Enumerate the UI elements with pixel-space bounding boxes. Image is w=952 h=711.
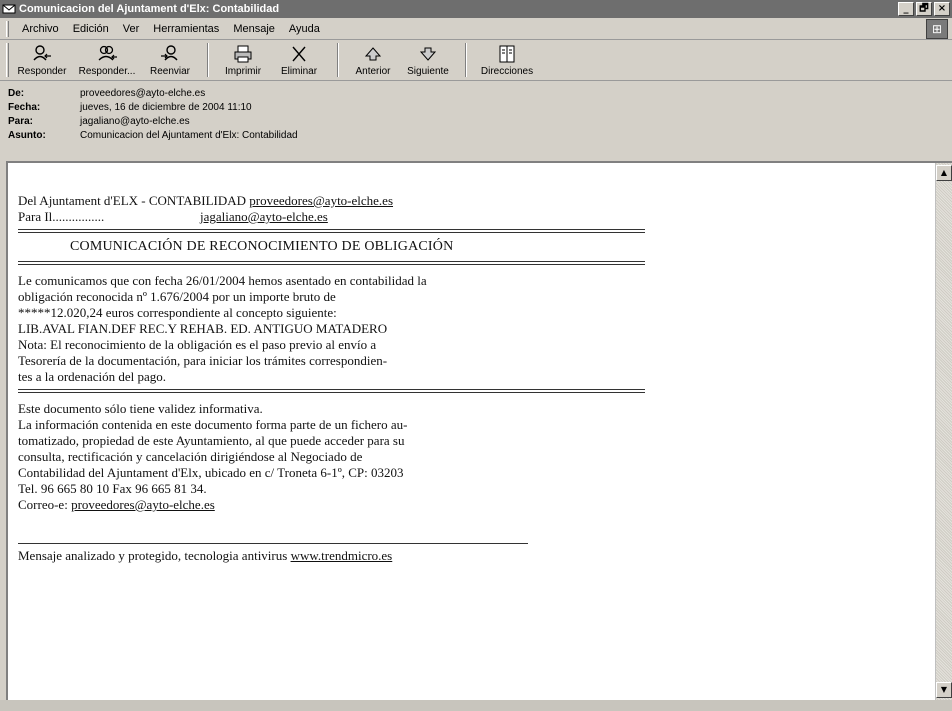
menu-grip[interactable]: [6, 20, 9, 37]
menu-mensaje[interactable]: Mensaje: [226, 23, 282, 35]
subject-label: Asunto:: [8, 129, 46, 141]
forward-button[interactable]: Reenviar: [141, 43, 199, 79]
toolbar-separator: [337, 43, 339, 77]
print-label: Imprimir: [224, 66, 262, 77]
footer-rule: [18, 543, 528, 544]
message-header: De: proveedores@ayto-elche.es Fecha: jue…: [0, 82, 952, 160]
disclaimer-paragraph: Este documento sólo tiene validez inform…: [18, 401, 718, 513]
scroll-up-arrow-icon[interactable]: ▲: [936, 165, 952, 181]
reply-label: Responder: [17, 66, 67, 77]
paragraph-line: Le comunicamos que con fecha 26/01/2004 …: [18, 273, 427, 288]
maximize-button[interactable]: 🗗: [916, 2, 932, 16]
sender-prefix: Del Ajuntament d'ELX - CONTABILIDAD: [18, 193, 250, 208]
to-label: Para:: [8, 115, 34, 127]
header-to-row: Para: jagaliano@ayto-elche.es: [8, 114, 952, 128]
paragraph-line: Contabilidad del Ajuntament d'Elx, ubica…: [18, 465, 404, 480]
paragraph-line: Tel. 96 665 80 10 Fax 96 665 81 34.: [18, 481, 207, 496]
notice-paragraph: Le comunicamos que con fecha 26/01/2004 …: [18, 273, 718, 385]
scroll-down-arrow-icon[interactable]: ▼: [936, 682, 952, 698]
previous-icon: [364, 47, 382, 61]
contact-email-prefix: Correo-e:: [18, 497, 72, 512]
next-icon: [419, 47, 437, 61]
notice-heading: COMUNICACIÓN DE RECONOCIMIENTO DE OBLIGA…: [70, 239, 454, 254]
print-icon: [234, 45, 252, 63]
delete-button[interactable]: Eliminar: [269, 43, 329, 79]
paragraph-line: obligación reconocida nº 1.676/2004 por …: [18, 289, 336, 304]
antivirus-text: Mensaje analizado y protegido, tecnologi…: [18, 548, 291, 563]
paragraph-line: Tesorería de la documentación, para inic…: [18, 353, 388, 368]
paragraph-line: consulta, rectificación y cancelación di…: [18, 449, 363, 464]
message-content: Del Ajuntament d'ELX - CONTABILIDAD prov…: [18, 193, 718, 564]
from-label: De:: [8, 87, 25, 99]
toolbar-grip[interactable]: [6, 43, 9, 77]
delete-icon: [292, 46, 306, 62]
reply-all-label: Responder...: [78, 66, 136, 77]
menu-archivo[interactable]: Archivo: [15, 23, 66, 35]
paragraph-line: tes a la ordenación del pago.: [18, 369, 166, 384]
menu-bar: Archivo Edición Ver Herramientas Mensaje…: [0, 18, 952, 40]
menu-ver[interactable]: Ver: [116, 23, 147, 35]
close-button[interactable]: ×: [934, 2, 950, 16]
previous-button[interactable]: Anterior: [347, 43, 399, 79]
header-date-row: Fecha: jueves, 16 de diciembre de 2004 1…: [8, 100, 952, 114]
menu-herramientas[interactable]: Herramientas: [146, 23, 226, 35]
forward-icon: [161, 45, 178, 61]
paragraph-line: Nota: El reconocimiento de la obligación…: [18, 337, 377, 352]
vertical-scrollbar[interactable]: ▲ ▼: [935, 163, 952, 700]
reply-all-button[interactable]: Responder...: [73, 43, 141, 79]
sender-line: Del Ajuntament d'ELX - CONTABILIDAD prov…: [18, 193, 718, 209]
contact-email-line: Correo-e: proveedores@ayto-elche.es: [18, 497, 718, 513]
toolbar-separator: [465, 43, 467, 77]
menu-edicion[interactable]: Edición: [66, 23, 116, 35]
paragraph-line: LIB.AVAL FIAN.DEF REC.Y REHAB. ED. ANTIG…: [18, 321, 388, 336]
paragraph-line: La información contenida en este documen…: [18, 417, 408, 432]
message-body-pane[interactable]: Del Ajuntament d'ELX - CONTABILIDAD prov…: [6, 161, 952, 700]
antivirus-link[interactable]: www.trendmicro.es: [291, 548, 393, 563]
delete-label: Eliminar: [280, 66, 318, 77]
window-title: Comunicacion del Ajuntament d'Elx: Conta…: [19, 3, 280, 15]
antivirus-footer: Mensaje analizado y protegido, tecnologi…: [18, 548, 718, 564]
date-value: jueves, 16 de diciembre de 2004 11:10: [80, 101, 252, 113]
status-bar: [0, 700, 952, 711]
header-from-row: De: proveedores@ayto-elche.es: [8, 86, 952, 100]
paragraph-line: Este documento sólo tiene validez inform…: [18, 401, 263, 416]
previous-label: Anterior: [355, 66, 391, 77]
next-button[interactable]: Siguiente: [399, 43, 457, 79]
recipient-line: Para Il................ jagaliano@ayto-el…: [18, 209, 718, 225]
paragraph-line: tomatizado, propiedad de este Ayuntamien…: [18, 433, 405, 448]
reply-button[interactable]: Responder: [11, 43, 73, 79]
recipient-prefix: Para Il................: [18, 209, 105, 224]
toolbar-separator: [207, 43, 209, 77]
contact-email-link[interactable]: proveedores@ayto-elche.es: [71, 497, 215, 512]
outlook-envelope-icon: [2, 4, 16, 14]
from-value[interactable]: proveedores@ayto-elche.es: [80, 88, 205, 99]
minimize-button[interactable]: _: [898, 2, 914, 16]
menu-ayuda[interactable]: Ayuda: [282, 23, 327, 35]
toolbar: Responder Responder... Reenviar Imprimir: [0, 41, 952, 81]
address-book-button[interactable]: Direcciones: [475, 43, 539, 79]
recipient-email-link[interactable]: jagaliano@ayto-elche.es: [200, 209, 328, 224]
reply-all-icon: [98, 45, 117, 61]
print-button[interactable]: Imprimir: [217, 43, 269, 79]
address-book-icon: [499, 45, 515, 63]
sender-email-link[interactable]: proveedores@ayto-elche.es: [249, 193, 393, 208]
header-subject-row: Asunto: Comunicacion del Ajuntament d'El…: [8, 128, 952, 142]
reply-icon: [33, 45, 51, 61]
date-label: Fecha:: [8, 101, 41, 113]
paragraph-line: *****12.020,24 euros correspondiente al …: [18, 305, 337, 320]
forward-label: Reenviar: [149, 66, 191, 77]
address-book-label: Direcciones: [480, 66, 534, 77]
windows-logo-icon: ⊞: [926, 19, 948, 39]
subject-value: Comunicacion del Ajuntament d'Elx: Conta…: [80, 129, 298, 141]
to-value[interactable]: jagaliano@ayto-elche.es: [80, 116, 190, 127]
title-bar: Comunicacion del Ajuntament d'Elx: Conta…: [0, 0, 952, 18]
next-label: Siguiente: [407, 66, 449, 77]
